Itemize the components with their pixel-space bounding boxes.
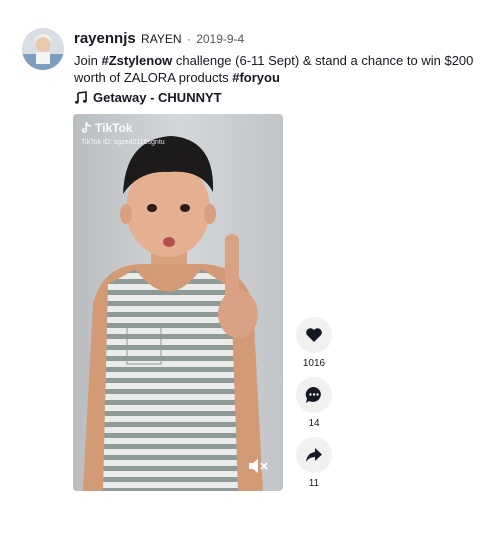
comment-count: 14 (308, 418, 320, 429)
tiktok-logo-icon (82, 122, 91, 133)
avatar-image (22, 28, 64, 70)
hashtag-link[interactable]: #foryou (232, 70, 280, 85)
comment-button[interactable] (296, 377, 332, 413)
music-note-icon (75, 90, 87, 104)
music-title: Getaway - CHUNNYT (93, 90, 222, 105)
tiktok-watermark: TikTok (81, 121, 133, 135)
watermark-text: TikTok (95, 121, 133, 135)
comment-icon (305, 386, 321, 403)
video-caption: Join #Zstylenow challenge (6-11 Sept) & … (74, 52, 484, 86)
post-date: 2019-9-4 (196, 32, 245, 46)
share-button[interactable] (296, 437, 332, 473)
hashtag-link[interactable]: #Zstylenow (101, 53, 172, 68)
video-frame (73, 114, 283, 491)
watermark-id: TikTok ID: sgzed2116sgntu (81, 139, 165, 146)
author-unique-id[interactable]: rayennjs (74, 30, 136, 47)
heart-icon (306, 328, 322, 342)
share-arrow-icon (306, 448, 322, 462)
caption-text: Join (74, 53, 102, 68)
music-link[interactable]: Getaway - CHUNNYT (74, 90, 222, 105)
video-player[interactable]: TikTok TikTok ID: sgzed2116sgntu (73, 114, 283, 491)
author-nickname[interactable]: RAYEN (141, 32, 181, 46)
author-avatar[interactable] (22, 28, 64, 70)
share-count: 11 (308, 478, 320, 489)
like-count: 1016 (302, 358, 326, 369)
like-button[interactable] (296, 317, 332, 353)
separator-dot: · (186, 32, 191, 46)
author-line: rayennjs RAYEN · 2019-9-4 (74, 30, 244, 47)
speaker-muted-icon[interactable] (247, 457, 269, 475)
